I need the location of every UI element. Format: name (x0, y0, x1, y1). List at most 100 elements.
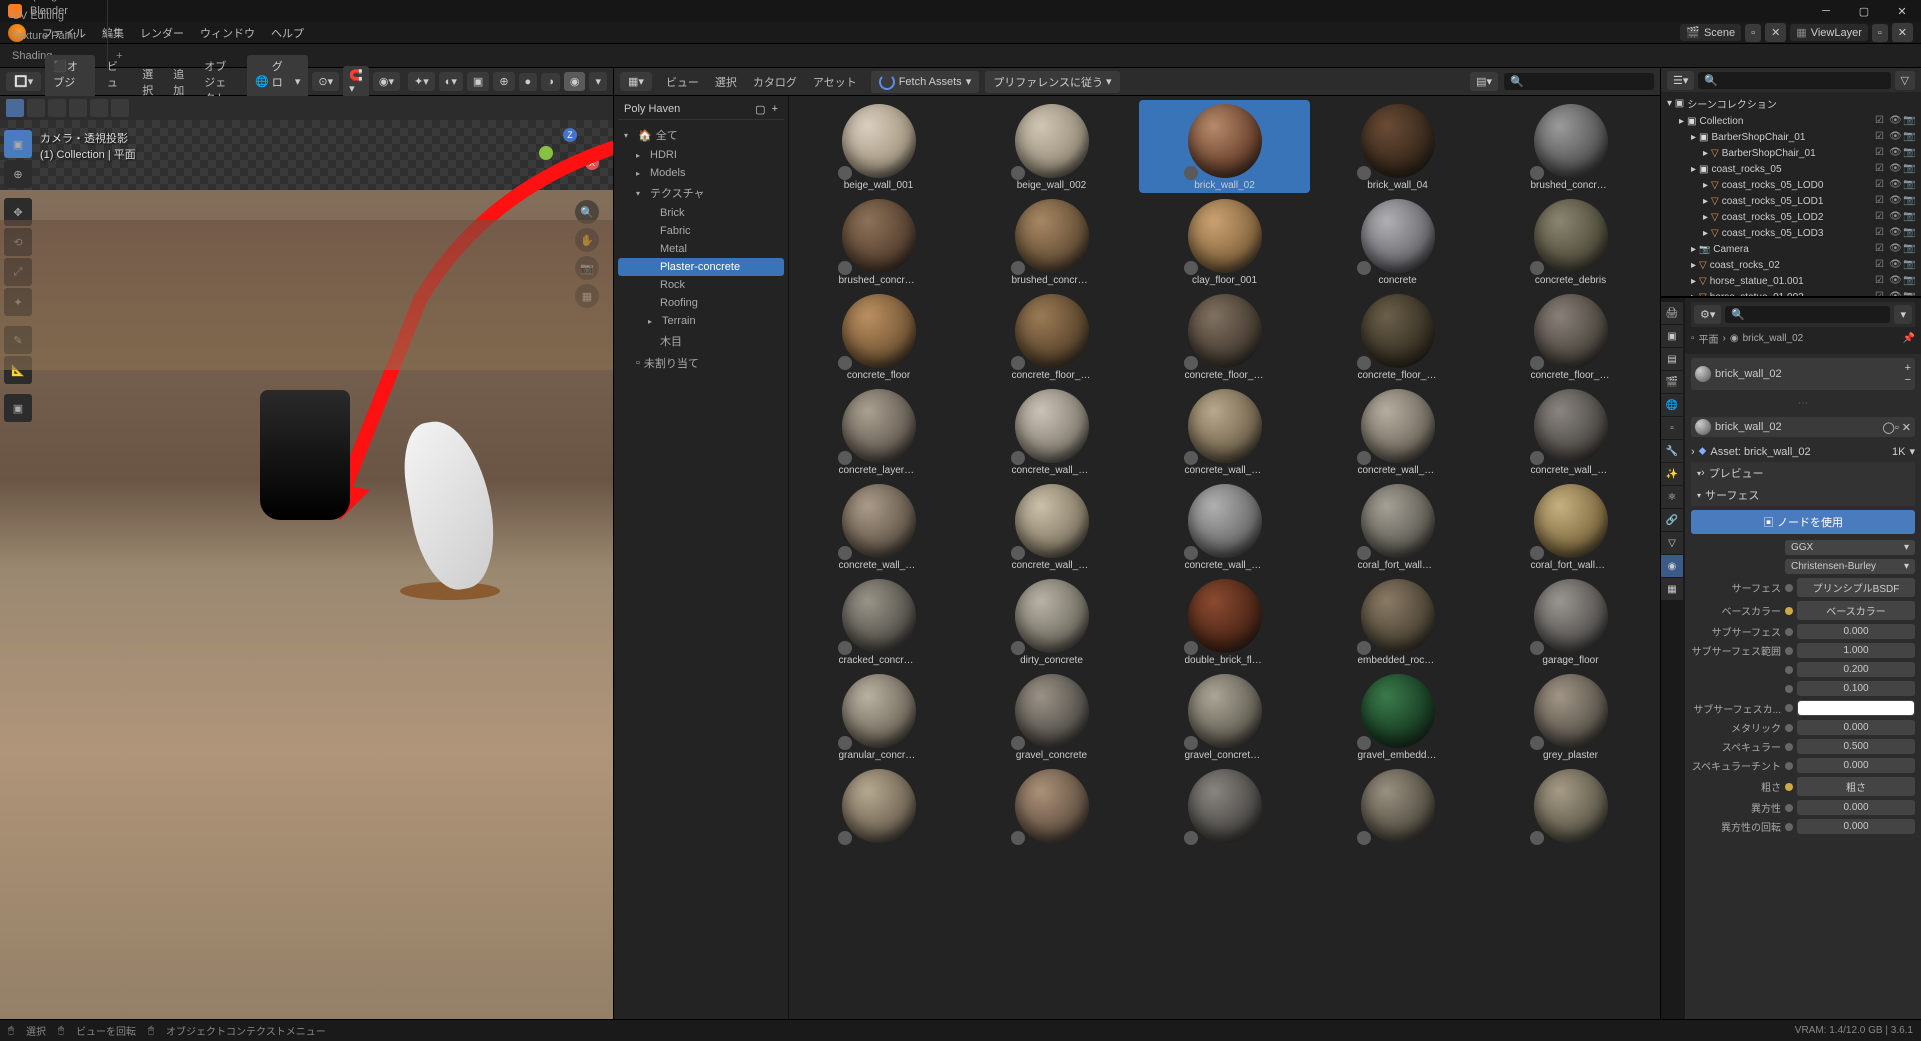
tab-viewlayer[interactable]: ▤ (1661, 348, 1683, 370)
shading-wireframe[interactable]: ⊕ (493, 72, 514, 91)
asset-concrete[interactable]: concrete (1312, 195, 1483, 288)
asset-concrete_wall_007[interactable]: concrete_wall_007 (966, 480, 1137, 573)
tree-terrain[interactable]: Terrain (618, 312, 784, 330)
asset-concrete_floor_wo...[interactable]: concrete_floor_wo... (1485, 290, 1656, 383)
shading-material[interactable]: ◑ (541, 73, 560, 91)
add-catalog-icon[interactable]: + (772, 103, 778, 116)
prop-search[interactable]: 🔍 (1725, 306, 1890, 323)
asset-concrete_wall_001[interactable]: concrete_wall_001 (966, 385, 1137, 478)
tree-fabric[interactable]: Fabric (618, 222, 784, 240)
maximize-button[interactable]: ▢ (1853, 2, 1875, 20)
asset-garage_floor[interactable]: garage_floor (1485, 575, 1656, 668)
outliner-coast_rocks_02[interactable]: ▸ coast_rocks_02☑👁📷 (1663, 257, 1919, 273)
outliner-filter[interactable]: ▽ (1895, 71, 1915, 90)
asset-concrete_wall_006[interactable]: concrete_wall_006 (793, 480, 964, 573)
snap-button[interactable]: 🧲▾ (343, 66, 369, 98)
prop-options[interactable]: ▾ (1894, 305, 1912, 324)
asset-clay_floor_001[interactable]: clay_floor_001 (1139, 195, 1310, 288)
layer-delete-button[interactable]: ✕ (1892, 23, 1913, 42)
pivot-button[interactable]: ⊙▾ (312, 72, 339, 91)
add-menu[interactable]: 追加 (165, 64, 192, 100)
asset-item[interactable] (793, 765, 964, 847)
asset-concrete_floor_02[interactable]: concrete_floor_02 (1139, 290, 1310, 383)
use-nodes-button[interactable]: ▣ ノードを使用 (1691, 510, 1915, 534)
editor-type-dropdown[interactable]: 🔳▾ (6, 72, 41, 91)
menu-レンダー[interactable]: レンダー (132, 26, 192, 42)
scene-selector[interactable]: 🎬Scene (1680, 24, 1741, 41)
asset-gravel_embedded...[interactable]: gravel_embedded... (1312, 670, 1483, 763)
display-options[interactable]: ▤▾ (1470, 72, 1498, 91)
tree-brick[interactable]: Brick (618, 204, 784, 222)
asset-item[interactable] (966, 765, 1137, 847)
axis-x[interactable]: X (585, 156, 599, 170)
asset-coral_fort_wall_01[interactable]: coral_fort_wall_01 (1312, 480, 1483, 573)
overlay-button[interactable]: ◐▾ (439, 72, 463, 91)
asset-embedded_rock_fl...[interactable]: embedded_rock_fl... (1312, 575, 1483, 668)
asset-concrete_wall_003[interactable]: concrete_wall_003 (1139, 385, 1310, 478)
outliner-BarberShopChair_01[interactable]: ▸ BarberShopChair_01☑👁📷 (1663, 145, 1919, 161)
asset-gravel_concrete[interactable]: gravel_concrete (966, 670, 1137, 763)
viewlayer-selector[interactable]: ▦ViewLayer (1790, 24, 1868, 41)
asset-menu-選択[interactable]: 選択 (707, 75, 745, 91)
tab-material[interactable]: ◉ (1661, 555, 1683, 577)
asset-beige_wall_001[interactable]: beige_wall_001 (793, 100, 964, 193)
workspace-uv-editing[interactable]: UV Editing (0, 6, 108, 26)
tree-unassigned[interactable]: ▫未割り当て (618, 352, 784, 374)
tab-constraints[interactable]: 🔗 (1661, 509, 1683, 531)
asset-brushed_concrete[interactable]: brushed_concrete (1485, 100, 1656, 193)
axis-y[interactable] (539, 146, 553, 160)
asset-item[interactable] (1312, 765, 1483, 847)
minimize-button[interactable]: ─ (1815, 2, 1837, 20)
asset-dirty_concrete[interactable]: dirty_concrete (966, 575, 1137, 668)
asset-concrete_debris[interactable]: concrete_debris (1485, 195, 1656, 288)
outliner-horse_statue_01.001[interactable]: ▸ horse_statue_01.001☑👁📷 (1663, 273, 1919, 289)
outliner-Camera[interactable]: ▸ Camera☑👁📷 (1663, 241, 1919, 257)
tree-rock[interactable]: Rock (618, 276, 784, 294)
asset-gravel_concrete_02[interactable]: gravel_concrete_02 (1139, 670, 1310, 763)
tree-all[interactable]: 🏠全て (618, 124, 784, 146)
outliner-BarberShopChair_01[interactable]: ▸ BarberShopChair_01☑👁📷 (1663, 129, 1919, 145)
shading-rendered[interactable]: ◉ (564, 72, 586, 91)
asset-concrete_layers_02[interactable]: concrete_layers_02 (793, 385, 964, 478)
outliner-coast_rocks_05_LOD1[interactable]: ▸ coast_rocks_05_LOD1☑👁📷 (1663, 193, 1919, 209)
outliner-coast_rocks_05_LOD0[interactable]: ▸ coast_rocks_05_LOD0☑👁📷 (1663, 177, 1919, 193)
tab-world[interactable]: 🌐 (1661, 394, 1683, 416)
asset-menu-アセット[interactable]: アセット (805, 75, 865, 91)
outliner-coast_rocks_05_LOD3[interactable]: ▸ coast_rocks_05_LOD3☑👁📷 (1663, 225, 1919, 241)
outliner-horse_statue_01.002[interactable]: ▸ horse_statue_01.002☑👁📷 (1663, 289, 1919, 298)
tree-木目[interactable]: 木目 (618, 330, 784, 352)
asset-concrete_wall_008[interactable]: concrete_wall_008 (1139, 480, 1310, 573)
asset-brushed_concrete_2[interactable]: brushed_concrete_2 (793, 195, 964, 288)
asset-concrete_wall_005[interactable]: concrete_wall_005 (1485, 385, 1656, 478)
asset-cracked_concrete_...[interactable]: cracked_concrete_... (793, 575, 964, 668)
outliner-type[interactable]: ☰▾ (1667, 71, 1694, 90)
tab-data[interactable]: ▽ (1661, 532, 1683, 554)
tree-hdri[interactable]: HDRI (618, 146, 784, 164)
xray-button[interactable]: ▣ (467, 72, 489, 91)
asset-brushed_concrete_...[interactable]: brushed_concrete_... (966, 195, 1137, 288)
tree-metal[interactable]: Metal (618, 240, 784, 258)
viewport-3d[interactable]: カメラ・透視投影 (1) Collection | 平面 ▣ ⊕ ✥ ⟲ ⤢ ✦… (0, 120, 613, 1019)
asset-item[interactable] (1139, 765, 1310, 847)
tree-roofing[interactable]: Roofing (618, 294, 784, 312)
layer-new-button[interactable]: ▫ (1872, 24, 1888, 42)
surface-panel[interactable]: サーフェス (1691, 484, 1915, 506)
nav-gizmo[interactable]: Z X (537, 128, 601, 192)
tree-models[interactable]: Models (618, 164, 784, 182)
asset-menu-カタログ[interactable]: カタログ (745, 75, 805, 91)
tab-physics[interactable]: ⚛ (1661, 486, 1683, 508)
asset-coral_fort_wall_02[interactable]: coral_fort_wall_02 (1485, 480, 1656, 573)
close-button[interactable]: ✕ (1891, 2, 1913, 20)
tab-output[interactable]: ▣ (1661, 325, 1683, 347)
tab-modifiers[interactable]: 🔧 (1661, 440, 1683, 462)
scene-delete-button[interactable]: ✕ (1765, 23, 1786, 42)
asset-granular_concrete[interactable]: granular_concrete (793, 670, 964, 763)
asset-concrete_floor[interactable]: concrete_floor (793, 290, 964, 383)
axis-z[interactable]: Z (563, 128, 577, 142)
asset-brick_wall_02[interactable]: brick_wall_02 (1139, 100, 1310, 193)
tab-scene[interactable]: 🎬 (1661, 371, 1683, 393)
asset-concrete_wall_004[interactable]: concrete_wall_004 (1312, 385, 1483, 478)
addcube-tool[interactable]: ▣ (4, 394, 32, 422)
tab-object[interactable]: ▫ (1661, 417, 1683, 439)
menu-ウィンドウ[interactable]: ウィンドウ (192, 26, 263, 42)
